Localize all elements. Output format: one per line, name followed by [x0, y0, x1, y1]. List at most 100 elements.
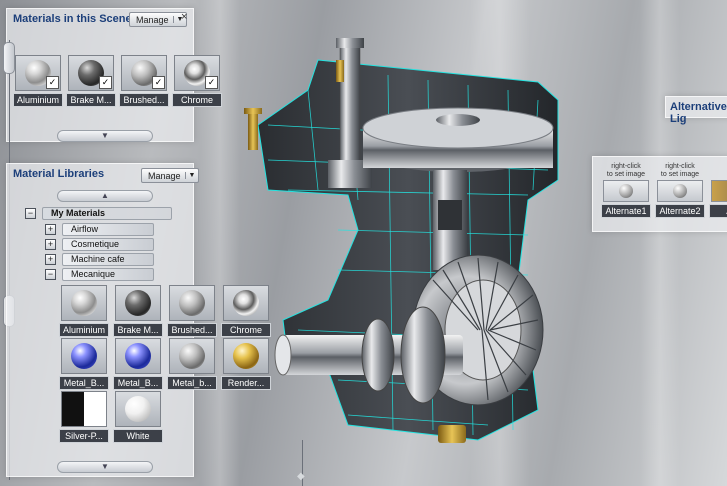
panel-title: Alternative Lig — [670, 101, 727, 125]
material-sphere-icon — [71, 290, 97, 316]
material-sphere-icon — [71, 343, 97, 369]
manage-button[interactable]: Manage ▼ — [129, 12, 188, 27]
material-thumbnail — [61, 338, 107, 374]
hint-line: right-click — [665, 163, 695, 170]
material-thumbnail: ✓ — [121, 55, 167, 91]
panel-title: Material Libraries — [13, 168, 105, 180]
panel-title: Materials in this Scene — [13, 13, 132, 25]
material-label: Metal_B... — [113, 376, 163, 390]
collapse-icon[interactable]: − — [25, 207, 36, 219]
material-label: Metal_B... — [59, 376, 109, 390]
tree-label: My Materials — [42, 206, 172, 220]
material-sphere-icon — [233, 290, 259, 316]
checkmark-icon[interactable]: ✓ — [46, 76, 59, 89]
material-swatch[interactable]: Metal_B... — [113, 338, 163, 390]
close-icon[interactable]: × — [181, 11, 187, 23]
material-label: White — [113, 429, 163, 443]
material-label: Chrome — [221, 323, 271, 337]
material-thumbnail — [169, 285, 215, 321]
material-swatch[interactable]: ✓ Brushed... — [119, 55, 169, 107]
center-shaft — [433, 170, 467, 270]
material-swatch[interactable]: Brake M... — [113, 285, 163, 337]
material-swatch[interactable]: White — [113, 391, 163, 443]
material-label: Brushed... — [119, 93, 169, 107]
tree-label: Airflow — [62, 222, 154, 236]
tree-item-my-materials[interactable]: − My Materials — [25, 206, 172, 220]
material-swatch[interactable]: ✓ Aluminium — [13, 55, 63, 107]
material-thumbnail — [61, 391, 107, 427]
tree-item[interactable]: + Airflow — [45, 222, 154, 236]
material-swatch[interactable]: ✓ Chrome — [172, 55, 222, 107]
collapse-icon[interactable]: − — [45, 268, 56, 280]
alternate-card[interactable]: right-click to set image Alternate2 — [655, 163, 705, 218]
material-sphere-icon — [179, 290, 205, 316]
material-sphere-icon — [125, 290, 151, 316]
manage-button[interactable]: Manage ▼ — [141, 168, 200, 183]
scroll-up-button[interactable]: ▲ — [57, 190, 153, 202]
material-label: Render... — [221, 376, 271, 390]
material-label: Metal_b... — [167, 376, 217, 390]
scene-materials-panel: Materials in this Scene Manage ▼ × ✓ Alum… — [6, 8, 222, 142]
tree-item[interactable]: − Mecanique — [45, 267, 154, 281]
scroll-down-button[interactable]: ▼ — [57, 461, 153, 473]
material-label: Brushed... — [167, 323, 217, 337]
top-spur-gear — [362, 107, 554, 172]
material-libraries-panel: Material Libraries Manage ▼ ▲ − My Mater… — [6, 163, 271, 477]
material-label: Silver-P... — [59, 429, 109, 443]
manage-label: Manage — [148, 170, 181, 181]
checkmark-icon[interactable]: ✓ — [152, 76, 165, 89]
material-label: Brake M... — [66, 93, 116, 107]
alternative-panel-header: Alternative Lig — [665, 96, 727, 125]
checkmark-icon[interactable]: ✓ — [205, 76, 218, 89]
material-thumbnail — [169, 338, 215, 374]
hint-line: to set image — [606, 171, 646, 178]
expand-icon[interactable]: + — [45, 223, 56, 235]
material-swatch[interactable]: Metal_b... — [167, 338, 217, 390]
material-thumbnail: ✓ — [15, 55, 61, 91]
material-swatch[interactable]: Brushed... — [167, 285, 217, 337]
set-image-hint — [709, 163, 727, 180]
tree-label: Mecanique — [62, 267, 154, 281]
material-thumbnail — [115, 391, 161, 427]
alternate-card[interactable]: right-click to set image Alternate1 — [601, 163, 651, 218]
checkmark-icon[interactable]: ✓ — [99, 76, 112, 89]
material-thumbnail — [115, 285, 161, 321]
material-swatch[interactable]: Chrome — [221, 285, 271, 337]
scroll-knob[interactable] — [3, 42, 15, 74]
material-label: Aluminium — [59, 323, 109, 337]
tree-item[interactable]: + Machine cafe — [45, 252, 154, 266]
chevron-down-icon: ▼ — [184, 172, 195, 179]
set-image-hint: right-click to set image — [601, 163, 651, 180]
tree-item[interactable]: + Cosmetique — [45, 237, 154, 251]
hint-line: to set image — [660, 171, 700, 178]
sphere-icon — [673, 184, 687, 198]
scroll-down-button[interactable]: ▼ — [57, 130, 153, 142]
material-sphere-icon — [125, 396, 151, 422]
background-sheen — [640, 0, 680, 486]
alternate-card[interactable]: Alte — [709, 163, 727, 218]
material-sphere-icon — [125, 343, 151, 369]
material-swatch[interactable]: Render... — [221, 338, 271, 390]
alternate-thumbnail — [603, 180, 649, 202]
material-label: Chrome — [172, 93, 222, 107]
gearbox-3d-viewport[interactable] — [228, 30, 588, 460]
manage-label: Manage — [136, 14, 169, 25]
expand-icon[interactable]: + — [45, 238, 56, 250]
alternate-label: Alternate1 — [601, 204, 651, 218]
material-swatch[interactable]: Metal_B... — [59, 338, 109, 390]
material-swatch[interactable]: Silver-P... — [59, 391, 109, 443]
expand-icon[interactable]: + — [45, 253, 56, 265]
alternate-label: Alte — [709, 204, 727, 218]
alternative-panel: right-click to set image Alternate1 right-c… — [592, 156, 727, 232]
alternate-label: Alternate2 — [655, 204, 705, 218]
material-thumbnail — [223, 338, 269, 374]
material-swatch[interactable]: Aluminium — [59, 285, 109, 337]
material-thumbnail — [223, 285, 269, 321]
tree-label: Machine cafe — [62, 252, 154, 266]
alternate-thumbnail — [657, 180, 703, 202]
slider-handle-icon[interactable]: ◆ — [297, 471, 305, 482]
material-thumbnail: ✓ — [174, 55, 220, 91]
material-swatch[interactable]: ✓ Brake M... — [66, 55, 116, 107]
hint-line: right-click — [611, 163, 641, 170]
set-image-hint: right-click to set image — [655, 163, 705, 180]
